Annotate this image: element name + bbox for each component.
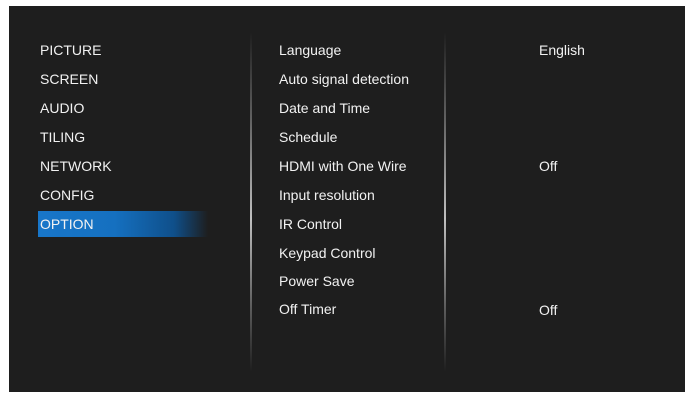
option-input-resolution[interactable]: Input resolution [279,182,439,208]
osd-screen: PICTURE SCREEN AUDIO TILING NETWORK CONF… [9,6,685,392]
category-screen[interactable]: SCREEN [38,66,208,92]
value-off-timer: Off [539,302,558,318]
category-audio[interactable]: AUDIO [38,95,208,121]
option-auto-signal-detection[interactable]: Auto signal detection [279,66,439,92]
value-hdmi-with-one-wire: Off [539,158,558,174]
category-option[interactable]: OPTION [38,211,208,237]
value-divider [444,32,446,372]
option-schedule[interactable]: Schedule [279,124,439,150]
option-keypad-control[interactable]: Keypad Control [279,240,439,266]
option-hdmi-with-one-wire[interactable]: HDMI with One Wire [279,153,439,179]
category-picture[interactable]: PICTURE [38,37,208,63]
category-tiling[interactable]: TILING [38,124,208,150]
value-language: English [539,42,585,58]
option-off-timer[interactable]: Off Timer [279,296,439,322]
option-power-save[interactable]: Power Save [279,268,439,294]
option-language[interactable]: Language [279,37,439,63]
category-network[interactable]: NETWORK [38,153,208,179]
option-date-and-time[interactable]: Date and Time [279,95,439,121]
category-config[interactable]: CONFIG [38,182,208,208]
menu-divider [250,32,252,372]
option-ir-control[interactable]: IR Control [279,211,439,237]
